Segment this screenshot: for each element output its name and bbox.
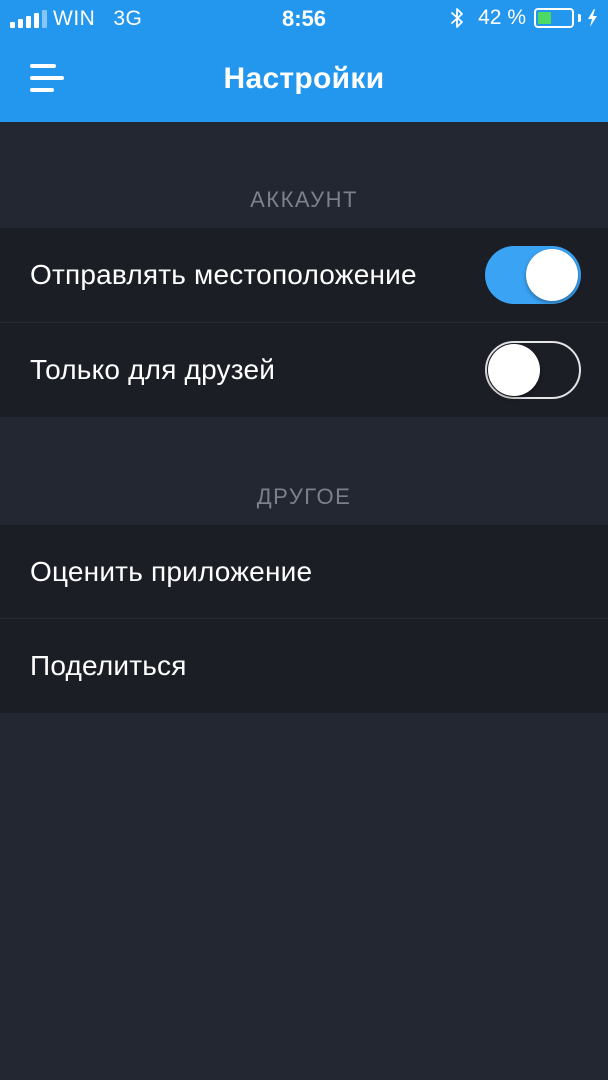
toggle-knob (526, 249, 578, 301)
battery-icon (534, 8, 574, 28)
battery-level-fill (538, 12, 552, 24)
toggle-knob (488, 344, 540, 396)
row-label: Отправлять местоположение (30, 259, 417, 290)
row-send-location: Отправлять местоположение (0, 228, 608, 322)
row-friends-only: Только для друзей (0, 323, 608, 417)
status-bar: WIN 3G 8:56 42 % (0, 0, 608, 40)
top-bar: WIN 3G 8:56 42 % Настройки (0, 0, 608, 122)
friends-only-toggle[interactable] (485, 341, 581, 399)
row-label: Только для друзей (30, 354, 276, 385)
section-header-account: АККАУНТ (250, 187, 358, 212)
battery-nub (578, 14, 581, 22)
status-bar-right: 42 % (450, 6, 598, 30)
send-location-toggle[interactable] (485, 246, 581, 304)
row-label: Оценить приложение (30, 556, 313, 587)
share-item[interactable]: Поделиться (0, 619, 608, 713)
row-label: Поделиться (30, 650, 187, 681)
rate-app-item[interactable]: Оценить приложение (0, 525, 608, 619)
section-header-other: ДРУГОЕ (256, 484, 352, 509)
page-title: Настройки (223, 62, 385, 95)
battery-percent: 42 % (478, 6, 526, 29)
charging-bolt-icon (588, 9, 597, 27)
bluetooth-icon (451, 8, 464, 28)
